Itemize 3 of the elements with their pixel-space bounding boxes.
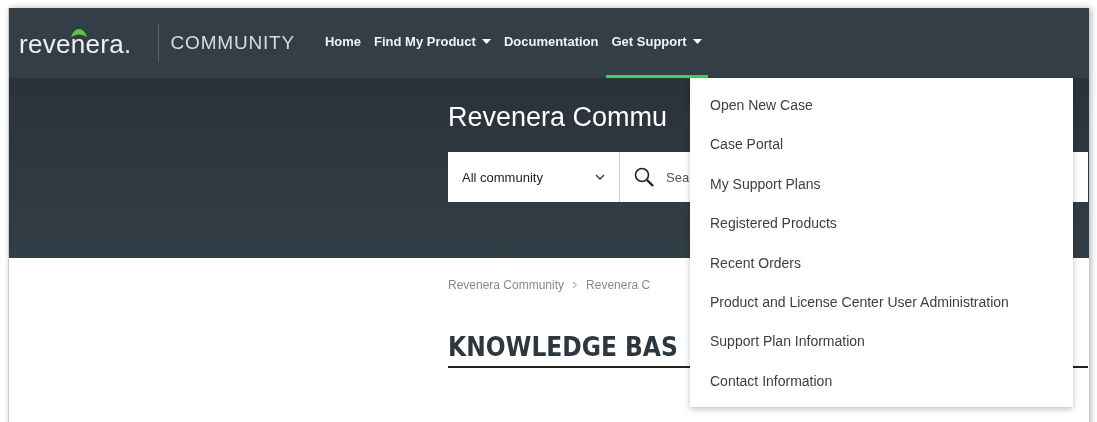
section-title: COMMUNITY <box>170 32 295 54</box>
page-heading: KNOWLEDGE BAS <box>448 332 678 362</box>
hero-title: Revenera Commu <box>448 102 668 132</box>
